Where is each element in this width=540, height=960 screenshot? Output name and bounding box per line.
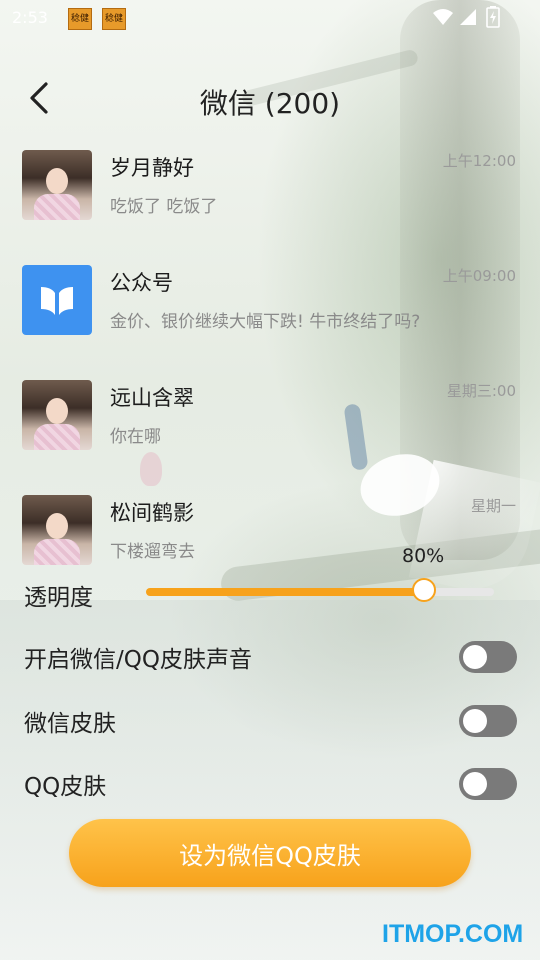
wechat-skin-toggle[interactable] xyxy=(459,705,517,737)
avatar xyxy=(22,380,92,450)
battery-icon xyxy=(486,6,500,28)
watermark: ITMOP.COM xyxy=(382,920,524,948)
set-skin-button[interactable]: 设为微信QQ皮肤 xyxy=(69,819,471,887)
chat-name: 松间鹤影 xyxy=(110,501,194,525)
transparency-row: 透明度 80% xyxy=(0,540,540,611)
slider-fill xyxy=(146,588,424,596)
transparency-value: 80% xyxy=(402,545,445,567)
signal-icon xyxy=(460,9,476,25)
transparency-slider[interactable] xyxy=(146,578,494,602)
chat-time: 星期三:00 xyxy=(446,382,516,400)
wifi-icon xyxy=(433,9,453,25)
portrait-photo-icon xyxy=(22,150,92,220)
header: 微信 (200) xyxy=(0,66,540,130)
status-bar: 2:53 稔健 稔健 xyxy=(0,0,540,36)
toggle-knob xyxy=(463,772,487,796)
chat-name: 远山含翠 xyxy=(110,386,194,410)
official-account-icon xyxy=(22,265,92,335)
chat-item[interactable]: 公众号 金价、银价继续大幅下跌! 牛市终结了吗? 上午09:00 xyxy=(0,261,540,371)
chat-message: 金价、银价继续大幅下跌! 牛市终结了吗? xyxy=(110,312,421,332)
toggle-label: 微信皮肤 xyxy=(24,711,116,737)
chat-item[interactable]: 岁月静好 吃饭了 吃饭了 上午12:00 xyxy=(0,146,540,256)
chat-message: 吃饭了 吃饭了 xyxy=(110,197,218,217)
page-title: 微信 (200) xyxy=(199,87,341,120)
chat-name: 公众号 xyxy=(110,271,173,295)
toggle-row-wechat-skin: 微信皮肤 xyxy=(0,696,540,746)
status-time: 2:53 xyxy=(12,8,48,27)
notification-icon: 稔健 xyxy=(68,8,92,30)
toggle-knob xyxy=(463,645,487,669)
chat-time: 上午12:00 xyxy=(442,152,516,170)
skin-sound-toggle[interactable] xyxy=(459,641,517,673)
chat-name: 岁月静好 xyxy=(110,156,194,180)
toggle-label: QQ皮肤 xyxy=(24,774,107,800)
toggle-label: 开启微信/QQ皮肤声音 xyxy=(24,647,252,673)
chat-item[interactable]: 远山含翠 你在哪 星期三:00 xyxy=(0,376,540,486)
toggle-knob xyxy=(463,709,487,733)
chat-message: 你在哪 xyxy=(110,427,161,447)
slider-thumb[interactable] xyxy=(412,578,436,602)
avatar xyxy=(22,150,92,220)
chat-time: 星期一 xyxy=(470,497,516,515)
notification-icon: 稔健 xyxy=(102,8,126,30)
chat-time: 上午09:00 xyxy=(442,267,516,285)
qq-skin-toggle[interactable] xyxy=(459,768,517,800)
transparency-label: 透明度 xyxy=(24,585,93,611)
toggle-row-qq-skin: QQ皮肤 xyxy=(0,759,540,809)
toggle-row-skin-sound: 开启微信/QQ皮肤声音 xyxy=(0,632,540,682)
avatar xyxy=(22,265,92,335)
portrait-photo-icon xyxy=(22,380,92,450)
